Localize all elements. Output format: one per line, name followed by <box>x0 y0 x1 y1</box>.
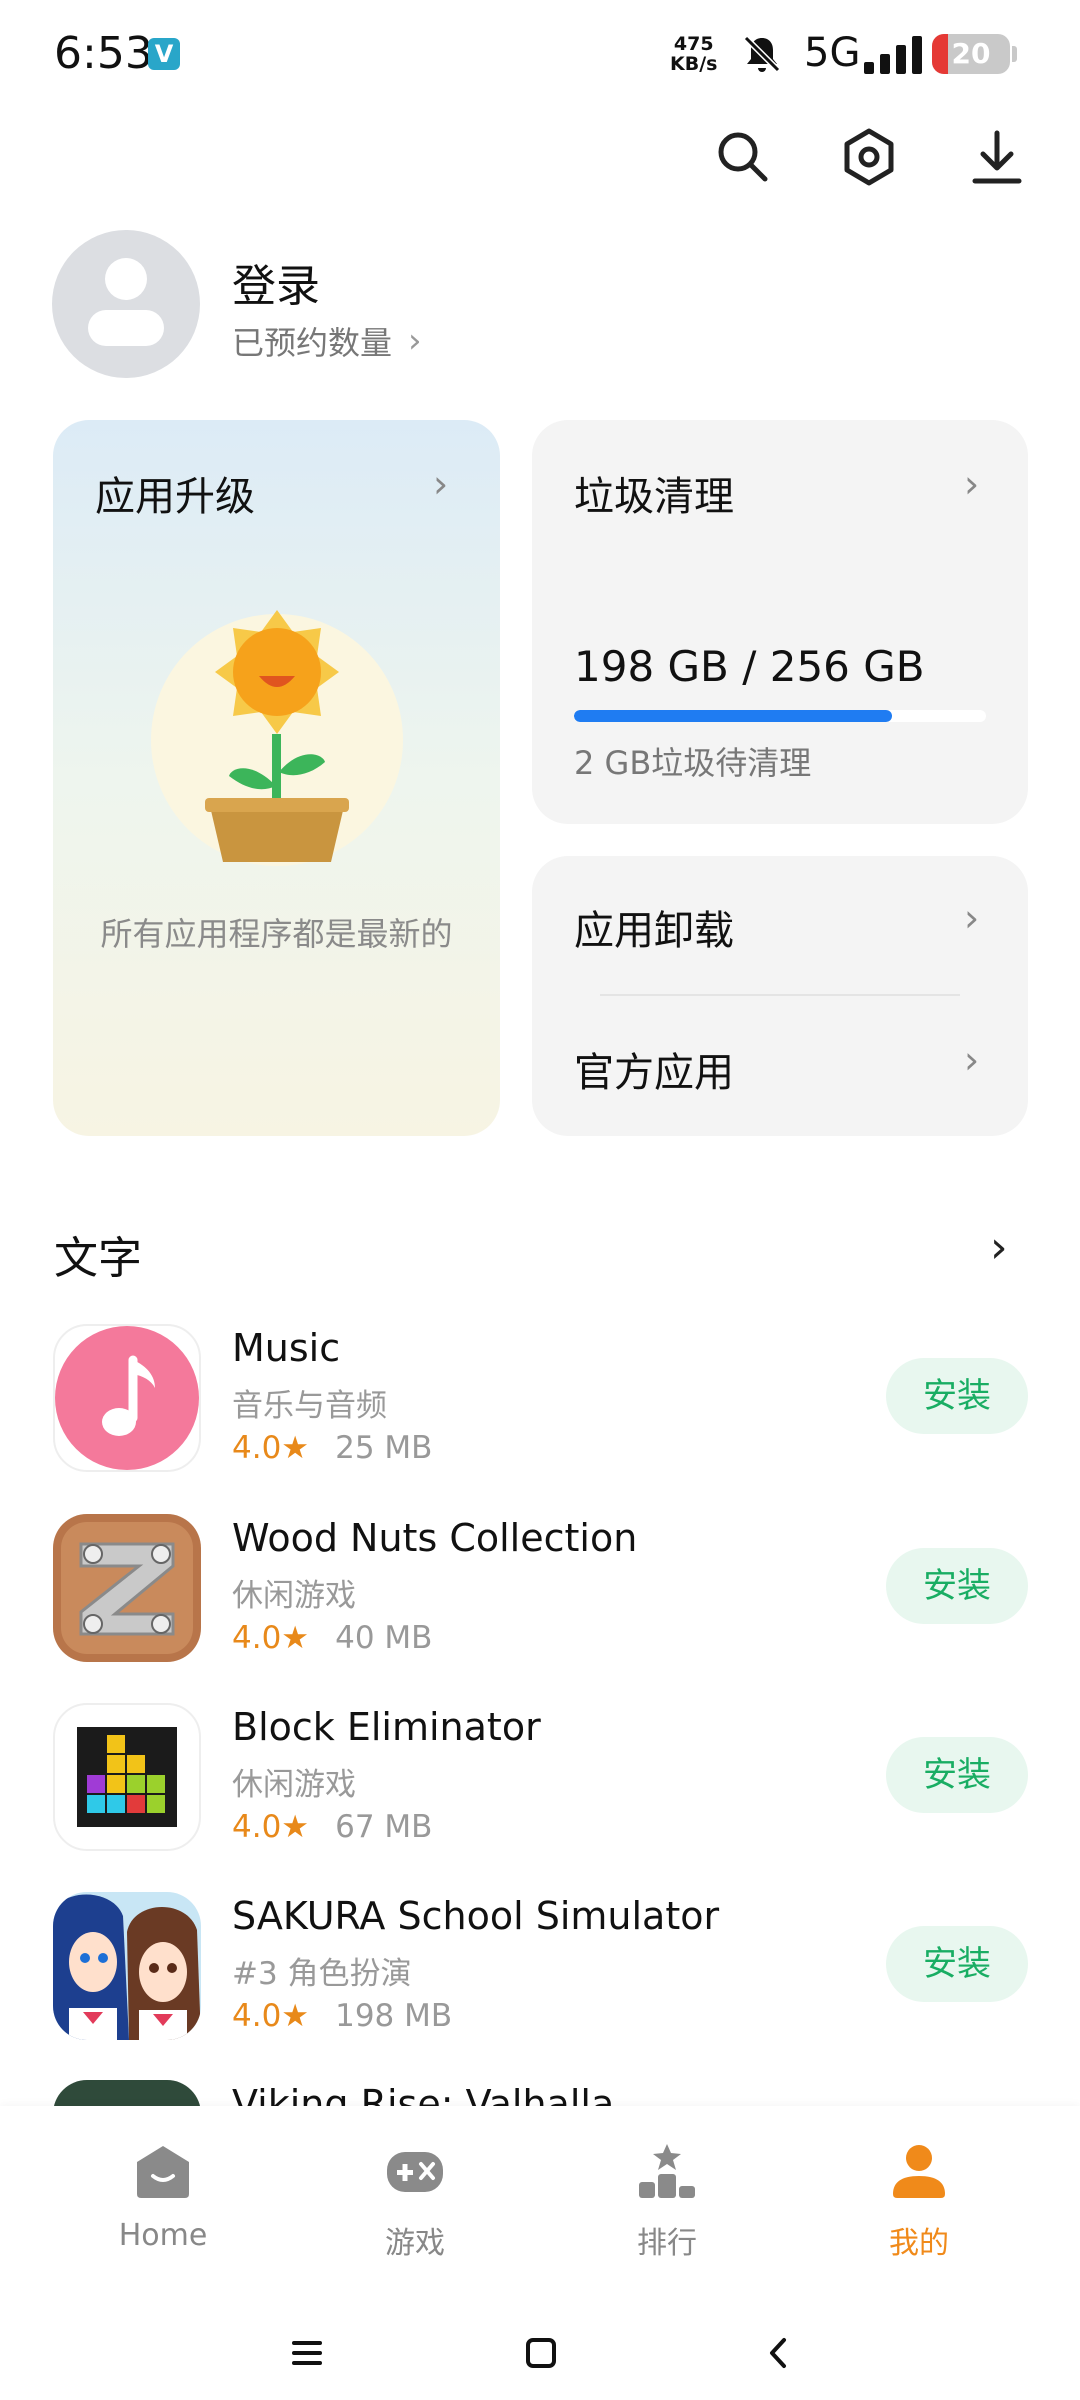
install-button[interactable]: 安装 <box>886 1358 1028 1434</box>
nav-ranking[interactable]: 排行 <box>582 2136 752 2261</box>
sunflower-pot-icon <box>151 610 403 866</box>
app-upgrade-title: 应用升级 <box>95 474 255 520</box>
nav-ranking-label: 排行 <box>637 2226 697 2261</box>
profile-icon <box>893 2145 945 2198</box>
app-name: Music <box>232 1326 341 1370</box>
app-meta: 4.0★ 25 MB <box>232 1430 432 1466</box>
app-uninstall-label: 应用卸载 <box>574 908 734 954</box>
list-item[interactable]: Music 音乐与音频 4.0★ 25 MB 安装 <box>0 1324 1080 1494</box>
app-upgrade-card[interactable]: 应用升级 › 所有应用程序都是最新的 <box>53 420 500 1136</box>
v-badge-icon: V <box>148 38 180 70</box>
chevron-right-icon: › <box>433 462 449 506</box>
app-meta: 4.0★ 198 MB <box>232 1998 452 2034</box>
nav-games[interactable]: 游戏 <box>330 2136 500 2261</box>
app-name: SAKURA School Simulator <box>232 1894 720 1938</box>
download-button[interactable] <box>962 122 1032 192</box>
app-rating: 4.0★ <box>232 1620 310 1656</box>
install-button[interactable]: 安装 <box>886 1926 1028 2002</box>
app-rating: 4.0★ <box>232 1809 310 1845</box>
list-item[interactable]: SAKURA School Simulator #3 角色扮演 4.0★ 198 … <box>0 1892 1080 2062</box>
wood-nuts-icon[interactable] <box>53 1514 201 1662</box>
settings-button[interactable] <box>834 122 904 192</box>
app-rating: 4.0★ <box>232 1998 310 2034</box>
app-category: 音乐与音频 <box>232 1388 387 1424</box>
app-size: 198 MB <box>335 1998 453 2034</box>
network-speed-value: 475 <box>673 33 714 55</box>
search-button[interactable] <box>708 122 778 192</box>
battery-tip <box>1012 46 1017 62</box>
system-navigation-bar <box>0 2306 1080 2400</box>
download-icon <box>972 130 1022 184</box>
install-button[interactable]: 安装 <box>886 1548 1028 1624</box>
app-size: 25 MB <box>335 1430 433 1466</box>
nav-profile-label: 我的 <box>889 2226 949 2261</box>
chevron-right-icon: › <box>964 462 980 506</box>
app-management-card: 应用卸载 › 官方应用 › <box>532 856 1028 1136</box>
search-icon <box>718 132 768 182</box>
app-meta: 4.0★ 67 MB <box>232 1809 432 1845</box>
section-more-chevron-icon[interactable]: › <box>990 1222 1008 1273</box>
gamepad-icon <box>387 2152 443 2192</box>
network-speed: 475 KB/s <box>670 34 717 74</box>
settings-hexagon-icon <box>844 128 894 186</box>
up-to-date-message: 所有应用程序都是最新的 <box>100 915 453 953</box>
square-home-icon <box>526 2338 556 2368</box>
status-time: 6:53 <box>54 28 153 79</box>
app-size: 40 MB <box>335 1620 433 1656</box>
network-type: 5G <box>804 30 861 76</box>
recent-apps-button[interactable] <box>282 2328 332 2378</box>
official-apps-row[interactable]: 官方应用 › <box>532 996 1028 1136</box>
home-system-button[interactable] <box>516 2328 566 2378</box>
app-category: 休闲游戏 <box>232 1578 356 1614</box>
list-item[interactable]: Wood Nuts Collection 休闲游戏 4.0★ 40 MB 安装 <box>0 1514 1080 1684</box>
bottom-navigation: Home 游戏 排行 我的 <box>0 2106 1080 2306</box>
reservations-link[interactable]: 已预约数量 › <box>232 318 422 364</box>
app-uninstall-row[interactable]: 应用卸载 › <box>532 856 1028 996</box>
status-bar: 6:53 V 475 KB/s 5G 20 <box>0 0 1080 110</box>
list-item[interactable]: Block Eliminator 休闲游戏 4.0★ 67 MB 安装 <box>0 1703 1080 1873</box>
battery-level: 20 <box>951 37 991 70</box>
app-meta: 4.0★ 40 MB <box>232 1620 432 1656</box>
avatar-body <box>88 310 164 346</box>
nav-home-label: Home <box>118 2218 208 2253</box>
app-size: 67 MB <box>335 1809 433 1845</box>
back-button[interactable] <box>754 2328 804 2378</box>
signal-icon <box>864 36 926 78</box>
login-link[interactable]: 登录 <box>232 250 320 314</box>
storage-usage: 198 GB / 256 GB <box>574 642 925 691</box>
install-button[interactable]: 安装 <box>886 1737 1028 1813</box>
app-category: #3 角色扮演 <box>232 1956 412 1992</box>
music-note-icon[interactable] <box>53 1324 201 1472</box>
nav-home[interactable]: Home <box>78 2136 248 2256</box>
sakura-icon[interactable] <box>53 1892 201 2040</box>
back-arrow-icon <box>770 2338 786 2368</box>
chevron-right-icon: › <box>964 896 980 940</box>
menu-icon <box>292 2341 322 2365</box>
storage-progress-fill <box>574 710 893 722</box>
avatar[interactable] <box>52 230 200 378</box>
app-rating: 4.0★ <box>232 1430 310 1466</box>
reservations-label: 已预约数量 <box>232 324 393 362</box>
nav-games-label: 游戏 <box>385 2226 445 2261</box>
mute-bell-icon <box>740 32 784 80</box>
chevron-right-icon: › <box>408 321 422 361</box>
battery-icon: 20 <box>932 34 1010 74</box>
storage-progress-bar <box>574 710 986 722</box>
app-name: Wood Nuts Collection <box>232 1516 638 1560</box>
junk-cleanup-title: 垃圾清理 <box>574 474 734 520</box>
block-eliminator-icon[interactable] <box>53 1703 201 1851</box>
ranking-icon <box>639 2144 695 2198</box>
avatar-head <box>105 258 147 300</box>
official-apps-label: 官方应用 <box>574 1050 734 1096</box>
app-category: 休闲游戏 <box>232 1767 356 1803</box>
home-icon <box>137 2146 189 2198</box>
junk-size-text: 2 GB垃圾待清理 <box>574 744 812 782</box>
network-speed-unit: KB/s <box>670 53 718 75</box>
junk-cleanup-card[interactable]: 垃圾清理 › 198 GB / 256 GB 2 GB垃圾待清理 <box>532 420 1028 824</box>
section-title: 文字 <box>54 1233 142 1284</box>
nav-profile[interactable]: 我的 <box>834 2136 1004 2261</box>
chevron-right-icon: › <box>964 1038 980 1082</box>
app-name: Block Eliminator <box>232 1705 541 1749</box>
